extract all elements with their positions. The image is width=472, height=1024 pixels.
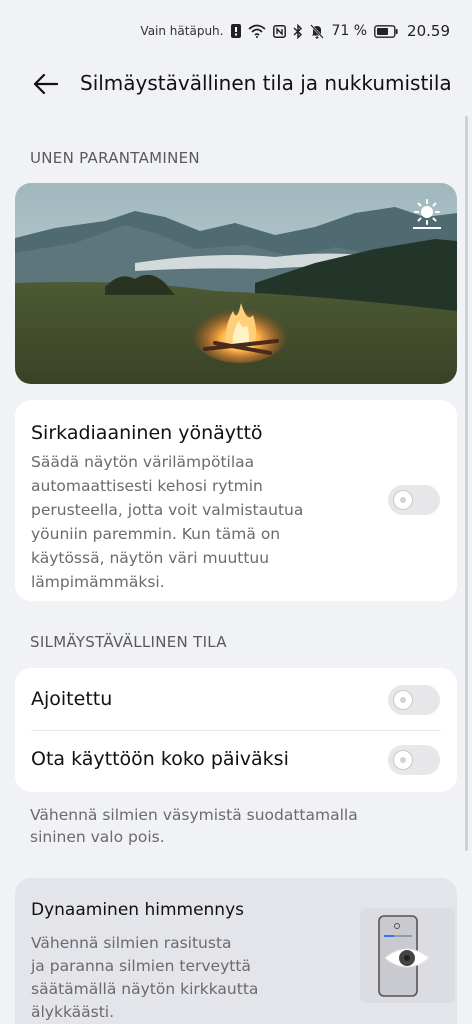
scheduled-toggle[interactable] bbox=[388, 685, 440, 715]
scrollbar[interactable] bbox=[465, 116, 468, 851]
emergency-calls-only-text: Vain hätäpuh. bbox=[140, 24, 224, 38]
all-day-row[interactable]: Ota käyttöön koko päiväksi bbox=[15, 730, 457, 790]
scheduled-row[interactable]: Ajoitettu bbox=[15, 670, 457, 730]
clock: 20.59 bbox=[407, 22, 450, 40]
dynamic-dimming-card[interactable]: Dynaaminen himmennys Vähennä silmien ras… bbox=[15, 878, 457, 1024]
circadian-title: Sirkadiaaninen yönäyttö bbox=[31, 422, 263, 444]
wifi-icon bbox=[248, 24, 267, 38]
all-day-toggle[interactable] bbox=[388, 745, 440, 775]
eye-comfort-card: Ajoitettu Ota käyttöön koko päiväksi bbox=[15, 668, 457, 792]
dynamic-dimming-description: Vähennä silmien rasitusta ja paranna sil… bbox=[31, 934, 259, 1021]
circadian-toggle[interactable] bbox=[388, 485, 440, 515]
circadian-card[interactable]: Sirkadiaaninen yönäyttö Säädä näytön vär… bbox=[15, 400, 457, 601]
battery-percentage: 71 % bbox=[331, 23, 368, 39]
dynamic-dimming-title: Dynaaminen himmennys bbox=[31, 900, 244, 920]
section-label-eye-comfort: SILMÄYSTÄVÄLLINEN TILA bbox=[30, 633, 227, 651]
app-header: Silmäystävällinen tila ja nukkumistila bbox=[0, 64, 472, 104]
page-title: Silmäystävällinen tila ja nukkumistila bbox=[80, 71, 452, 95]
nfc-icon bbox=[273, 24, 287, 38]
brightness-icon[interactable] bbox=[411, 197, 443, 229]
phone-eye-icon bbox=[360, 908, 455, 1003]
section-label-sleep: UNEN PARANTAMINEN bbox=[30, 149, 200, 167]
campfire-banner-image bbox=[15, 183, 457, 384]
blue-light-note: Vähennä silmien väsymistä suodattamalla … bbox=[30, 806, 358, 846]
scheduled-label: Ajoitettu bbox=[31, 688, 113, 710]
battery-icon bbox=[374, 24, 398, 38]
bluetooth-icon bbox=[293, 23, 303, 39]
all-day-label: Ota käyttöön koko päiväksi bbox=[31, 748, 289, 770]
circadian-description: Säädä näytön värilämpötilaa automaattise… bbox=[31, 453, 304, 591]
status-bar: Vain hätäpuh. 71 % 20.59 bbox=[0, 0, 472, 64]
alert-icon bbox=[231, 24, 242, 38]
mute-icon bbox=[310, 23, 325, 39]
back-arrow-icon[interactable] bbox=[30, 69, 60, 99]
